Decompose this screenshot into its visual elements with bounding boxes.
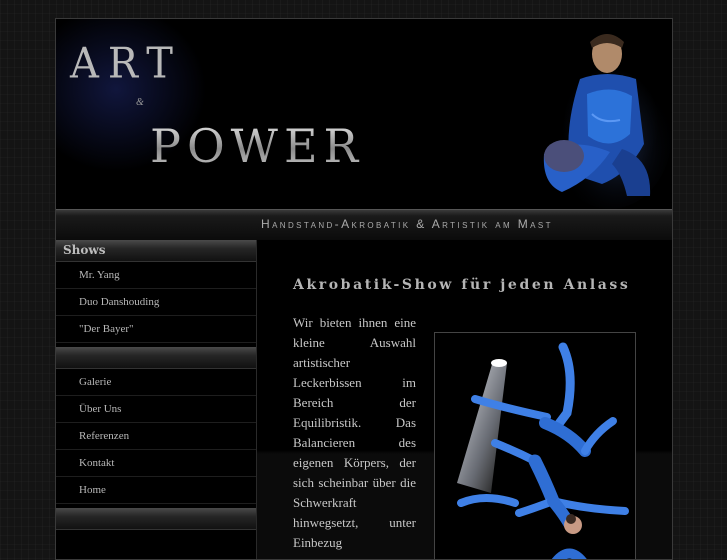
logo-text-art: ART [70, 39, 182, 89]
intro-paragraph: Wir bieten ihnen eine kleine Auswahl art… [293, 315, 416, 550]
sidebar-footer-bar [56, 508, 256, 530]
subtitle-bar: Handstand-Akrobatik & Artistik am Mast [56, 209, 672, 240]
sidebar-item-ueber-uns[interactable]: Über Uns [56, 396, 256, 423]
sidebar: Shows Mr. Yang Duo Danshouding "Der Baye… [56, 240, 257, 559]
sidebar-item-home[interactable]: Home [56, 477, 256, 504]
sidebar-item-der-bayer[interactable]: "Der Bayer" [56, 316, 256, 343]
sidebar-divider-bar [56, 347, 256, 369]
logo-text-power: POWER [150, 119, 365, 173]
acrobat-photo [434, 332, 636, 559]
sidebar-item-kontakt[interactable]: Kontakt [56, 450, 256, 477]
sidebar-item-galerie[interactable]: Galerie [56, 369, 256, 396]
sidebar-heading-shows: Shows [56, 240, 256, 262]
sidebar-item-referenzen[interactable]: Referenzen [56, 423, 256, 450]
header-banner: ART & POWER [56, 19, 672, 209]
page-title: Akrobatik-Show für jeden Anlass [293, 277, 631, 293]
performer-image [543, 34, 672, 209]
site-subtitle: Handstand-Akrobatik & Artistik am Mast [261, 217, 553, 231]
sidebar-item-mr-yang[interactable]: Mr. Yang [56, 262, 256, 289]
sidebar-item-duo-danshouding[interactable]: Duo Danshouding [56, 289, 256, 316]
main-content: Akrobatik-Show für jeden Anlass Wir biet… [257, 240, 672, 559]
logo-ampersand: & [136, 97, 144, 108]
page-frame: ART & POWER Handstand-Akrobatik & Artist… [55, 18, 673, 560]
